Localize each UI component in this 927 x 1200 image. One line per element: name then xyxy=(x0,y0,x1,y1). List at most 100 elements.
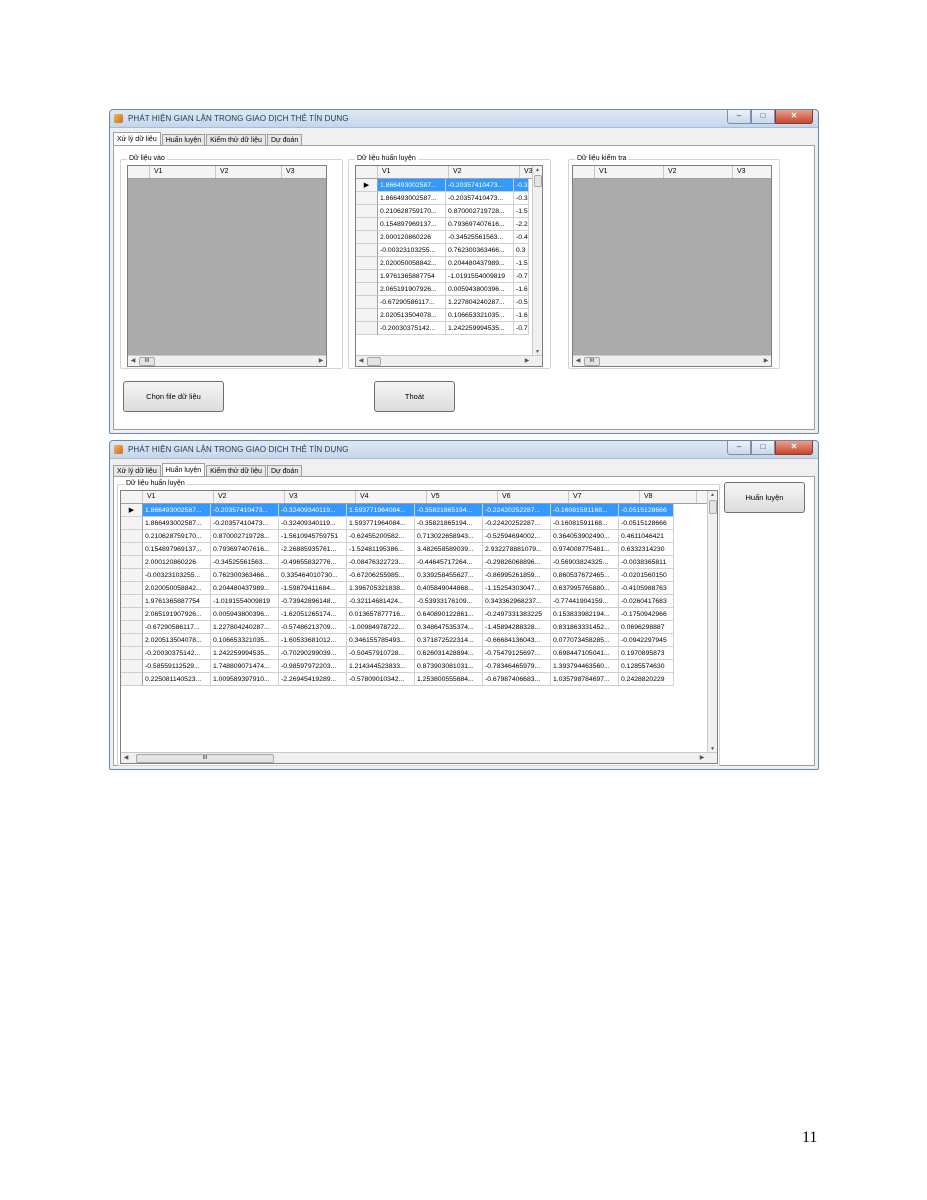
row-header[interactable] xyxy=(121,530,143,543)
table-cell[interactable]: -0.86995261859... xyxy=(483,569,551,582)
scroll-left-icon[interactable]: ◀ xyxy=(573,356,583,366)
table-cell[interactable]: -0.67987406683... xyxy=(483,673,551,686)
table-cell[interactable]: 0.3 xyxy=(514,244,529,257)
row-header[interactable] xyxy=(121,543,143,556)
table-row[interactable]: 2.020513504078... 0.106653321035... -1.605… xyxy=(121,634,707,647)
row-header[interactable] xyxy=(356,296,378,309)
table-row[interactable]: 1.9761365887754 -1.0191554009819 -0.7 xyxy=(356,270,532,283)
table-cell[interactable]: 0.640890122861... xyxy=(415,608,483,621)
table-cell[interactable]: 0.870002719728... xyxy=(211,530,279,543)
horizontal-scrollbar[interactable]: ◀ III ▶ xyxy=(128,355,326,366)
row-header[interactable] xyxy=(356,257,378,270)
table-cell[interactable]: -0.50457910728... xyxy=(347,647,415,660)
table-row[interactable]: 0.210628759170... 0.870002719728... -1.5 xyxy=(356,205,532,218)
table-cell[interactable]: 0.831863331452... xyxy=(551,621,619,634)
tab-data-processing[interactable]: Xử lý dữ liệu xyxy=(113,132,161,146)
column-header[interactable]: V3 xyxy=(285,491,356,503)
scroll-left-icon[interactable]: ◀ xyxy=(121,753,131,763)
table-cell[interactable]: 0.793697407616... xyxy=(211,543,279,556)
horizontal-scrollbar[interactable]: ◀ ▶ xyxy=(356,355,542,366)
train-button[interactable]: Huấn luyện xyxy=(724,482,805,513)
table-cell[interactable]: -1.45894288328... xyxy=(483,621,551,634)
table-cell[interactable]: -2.26945419289... xyxy=(279,673,347,686)
table-cell[interactable]: 1.227804240287... xyxy=(211,621,279,634)
table-cell[interactable]: -0.34525561563... xyxy=(446,231,514,244)
table-cell[interactable]: -1.5 xyxy=(514,257,529,270)
table-row[interactable]: -0.20030375142... 1.242259994535... -0.7 xyxy=(356,322,532,335)
table-cell[interactable]: 1.242259994535... xyxy=(446,322,514,335)
column-header[interactable]: V1 xyxy=(378,166,449,178)
table-cell[interactable]: -1.6 xyxy=(514,283,529,296)
row-header[interactable] xyxy=(356,283,378,296)
table-cell[interactable]: 1.748809071474... xyxy=(211,660,279,673)
tab-training[interactable]: Huấn luyện xyxy=(161,463,206,477)
table-row[interactable]: -0.67290586117... 1.227804240287... -0.5 xyxy=(356,296,532,309)
table-row[interactable]: 2.020050058842... 0.204480437989... -1.598… xyxy=(121,582,707,595)
table-cell[interactable]: 0.713022658943... xyxy=(415,530,483,543)
column-header[interactable]: V7 xyxy=(569,491,640,503)
table-cell[interactable]: -1.00984978722... xyxy=(347,621,415,634)
table-cell[interactable]: 0.762300363466... xyxy=(446,244,514,257)
table-cell[interactable]: 2.932278881079... xyxy=(483,543,551,556)
table-cell[interactable]: 0.974008775481... xyxy=(551,543,619,556)
table-cell[interactable]: 0.077073458285... xyxy=(551,634,619,647)
scroll-left-icon[interactable]: ◀ xyxy=(128,356,138,366)
table-cell[interactable]: 0.005943800396... xyxy=(211,608,279,621)
table-cell[interactable]: -0.56903824325... xyxy=(551,556,619,569)
row-header[interactable] xyxy=(121,647,143,660)
table-cell[interactable]: 0.4611046421 xyxy=(619,530,674,543)
input-data-grid[interactable]: V1 V2 V3 ◀ III ▶ xyxy=(127,165,327,367)
table-row[interactable]: 1.866493002587... -0.20357410473... -0.3 xyxy=(356,192,532,205)
table-cell[interactable]: -0.75479125697... xyxy=(483,647,551,660)
scroll-left-icon[interactable]: ◀ xyxy=(356,356,366,366)
table-cell[interactable]: 0.0696298887 xyxy=(619,621,674,634)
table-cell[interactable]: 0.210628759170... xyxy=(378,205,446,218)
column-header[interactable]: V2 xyxy=(664,166,733,178)
table-cell[interactable]: 0.204480437989... xyxy=(446,257,514,270)
row-header[interactable] xyxy=(356,218,378,231)
column-header[interactable]: V2 xyxy=(216,166,282,178)
row-header[interactable] xyxy=(121,660,143,673)
table-cell[interactable]: -1.0191554009819 xyxy=(211,595,279,608)
training-data-grid[interactable]: V1 V2 V3 ▶ 1.866493002587... -0.2035741047… xyxy=(355,165,543,367)
table-cell[interactable]: 0.210628759170... xyxy=(143,530,211,543)
column-header[interactable]: V2 xyxy=(214,491,285,503)
table-cell[interactable]: 0.204480437989... xyxy=(211,582,279,595)
table-cell[interactable]: -0.78346465979... xyxy=(483,660,551,673)
row-header[interactable] xyxy=(356,205,378,218)
table-cell[interactable]: -1.62051265174... xyxy=(279,608,347,621)
table-row[interactable]: ▶ 1.866493002587... -0.20357410473... -0.3 xyxy=(356,179,532,192)
table-cell[interactable]: -0.3 xyxy=(514,192,529,205)
table-cell[interactable]: 0.870002719728... xyxy=(446,205,514,218)
table-cell[interactable]: 1.009589397910... xyxy=(211,673,279,686)
table-cell[interactable]: -0.35821865194... xyxy=(415,504,483,517)
row-header[interactable] xyxy=(356,231,378,244)
row-header[interactable] xyxy=(121,517,143,530)
table-cell[interactable]: -2.26885935761... xyxy=(279,543,347,556)
table-cell[interactable]: 0.762300363466... xyxy=(211,569,279,582)
table-cell[interactable]: -0.32409340119... xyxy=(279,504,347,517)
table-cell[interactable]: -0.58559112529... xyxy=(143,660,211,673)
table-cell[interactable]: -0.22420252287... xyxy=(483,517,551,530)
table-cell[interactable]: 1.214344523833... xyxy=(347,660,415,673)
table-cell[interactable]: 0.225081140523... xyxy=(143,673,211,686)
table-cell[interactable]: 0.106653321035... xyxy=(446,309,514,322)
table-cell[interactable]: -0.0201560150 xyxy=(619,569,674,582)
table-cell[interactable]: 0.1970895873 xyxy=(619,647,674,660)
table-cell[interactable]: -0.16081591168... xyxy=(551,504,619,517)
table-cell[interactable]: -0.1750942966 xyxy=(619,608,674,621)
table-cell[interactable]: -0.20357410473... xyxy=(446,179,514,192)
scroll-thumb[interactable] xyxy=(367,357,381,366)
row-header[interactable]: ▶ xyxy=(356,179,378,192)
row-header[interactable] xyxy=(356,244,378,257)
table-cell[interactable]: -0.22420252287... xyxy=(483,504,551,517)
horizontal-scrollbar[interactable]: ◀ III ▶ xyxy=(121,752,717,763)
scroll-thumb[interactable] xyxy=(709,500,717,514)
table-cell[interactable]: -0.49655832776... xyxy=(279,556,347,569)
table-cell[interactable]: -1.5 xyxy=(514,205,529,218)
table-cell[interactable]: -0.35821865194... xyxy=(415,517,483,530)
table-cell[interactable]: -0.3 xyxy=(514,179,529,192)
column-header[interactable]: V8 xyxy=(640,491,697,503)
table-cell[interactable]: 1.253800555684... xyxy=(415,673,483,686)
table-cell[interactable]: 1.227804240287... xyxy=(446,296,514,309)
